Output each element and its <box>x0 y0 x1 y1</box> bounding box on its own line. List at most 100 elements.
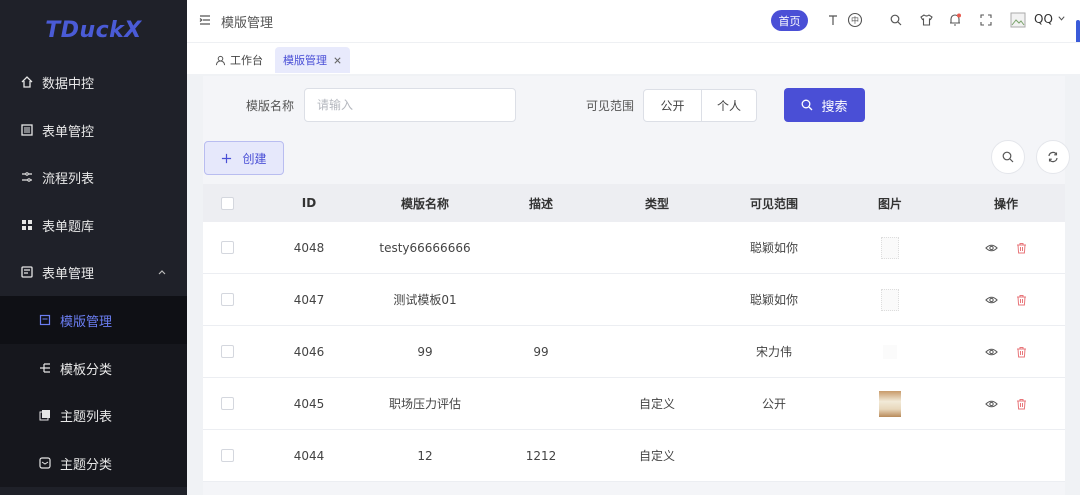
row-scope <box>724 430 824 481</box>
language-icon[interactable]: 中 <box>847 12 863 28</box>
trash-icon[interactable] <box>1016 398 1027 410</box>
row-checkbox[interactable] <box>220 449 234 462</box>
table-row: 4047 测试模板01 聪颖如你 <box>203 274 1065 326</box>
sidebar-item-theme-category[interactable]: 主题分类 <box>0 439 187 487</box>
tab-template-manage[interactable]: 模版管理 <box>275 47 350 73</box>
row-name: 职场压力评估 <box>388 397 461 411</box>
flow-icon <box>20 170 34 184</box>
eye-icon[interactable] <box>985 295 998 305</box>
eye-icon[interactable] <box>985 243 998 253</box>
row-desc <box>491 274 591 325</box>
theme-list-icon <box>38 408 52 422</box>
sidebar-item-label: 模板分类 <box>60 362 113 378</box>
search-icon <box>1002 151 1014 163</box>
sidebar-item-label: 表单管控 <box>42 124 95 140</box>
refresh-icon <box>1047 151 1059 163</box>
row-type <box>607 222 707 273</box>
scope-personal-button[interactable]: 个人 <box>701 89 757 122</box>
user-icon <box>215 55 226 66</box>
row-scope: 聪颖如你 <box>749 293 798 307</box>
theme-shirt-icon[interactable] <box>918 12 934 28</box>
column-header-id: ID <box>301 196 317 210</box>
app-logo: TDuckX <box>45 17 142 43</box>
eye-icon[interactable] <box>985 399 998 409</box>
row-desc: 99 <box>533 344 549 359</box>
sidebar-item-form-manage[interactable]: 表单管理 <box>0 248 187 296</box>
fullscreen-icon[interactable] <box>978 12 994 28</box>
template-thumbnail[interactable] <box>883 344 897 359</box>
template-name-label: 模版名称 <box>246 99 295 113</box>
user-name[interactable]: QQ <box>1034 12 1066 26</box>
row-type: 自定义 <box>638 449 675 463</box>
plus-icon <box>221 153 232 164</box>
chevron-up-icon <box>157 266 167 281</box>
row-id: 4047 <box>293 292 325 307</box>
close-icon[interactable] <box>333 56 342 65</box>
row-name: 12 <box>417 448 433 463</box>
template-thumbnail[interactable] <box>881 236 899 259</box>
row-desc: 1212 <box>525 448 557 463</box>
scope-public-button[interactable]: 公开 <box>643 89 702 122</box>
column-header-scope: 可见范围 <box>749 196 798 211</box>
search-icon <box>801 99 813 111</box>
sidebar-item-label: 主题列表 <box>60 409 113 425</box>
row-desc <box>491 378 591 429</box>
column-header-desc: 描述 <box>528 196 553 211</box>
sidebar-item-label: 表单管理 <box>42 266 95 282</box>
row-checkbox[interactable] <box>220 293 234 306</box>
template-thumbnail[interactable] <box>879 390 901 417</box>
page-title: 模版管理 <box>221 16 274 31</box>
sidebar-item-flow-list[interactable]: 流程列表 <box>0 153 187 201</box>
theme-category-icon <box>38 456 52 470</box>
sidebar-item-label: 表单题库 <box>42 219 95 235</box>
row-scope: 公开 <box>761 397 786 411</box>
row-checkbox[interactable] <box>220 345 234 358</box>
search-icon[interactable] <box>888 12 904 28</box>
sidebar-item-question-bank[interactable]: 表单题库 <box>0 201 187 249</box>
sidebar-item-label: 数据中控 <box>42 76 95 92</box>
create-button[interactable]: 创建 <box>204 141 284 175</box>
template-icon <box>38 313 52 327</box>
table-row: 4046 99 99 宋力伟 <box>203 326 1065 378</box>
select-all-checkbox[interactable] <box>220 196 234 210</box>
column-header-actions: 操作 <box>993 196 1018 211</box>
refresh-button[interactable] <box>1036 140 1070 174</box>
sidebar-item-theme-list[interactable]: 主题列表 <box>0 391 187 439</box>
tab-workbench[interactable]: 工作台 <box>207 47 271 73</box>
trash-icon[interactable] <box>1016 346 1027 358</box>
row-checkbox[interactable] <box>220 241 234 254</box>
row-type <box>607 274 707 325</box>
trash-icon[interactable] <box>1016 294 1027 306</box>
grid-icon <box>20 218 34 232</box>
scope-label: 可见范围 <box>586 99 635 113</box>
sidebar-item-template-manage[interactable]: 模版管理 <box>0 296 187 344</box>
sidebar-item-template-category[interactable]: 模板分类 <box>0 344 187 392</box>
table-row: 4048 testy66666666 聪颖如你 <box>203 222 1065 274</box>
sidebar-item-data-center[interactable]: 数据中控 <box>0 58 187 106</box>
trash-icon[interactable] <box>1016 242 1027 254</box>
row-id: 4048 <box>293 240 325 255</box>
row-id: 4045 <box>293 396 325 411</box>
menu-toggle-icon[interactable] <box>199 14 211 29</box>
home-button[interactable]: 首页 <box>771 10 808 31</box>
form-icon <box>20 123 34 137</box>
font-size-icon[interactable] <box>825 12 841 28</box>
form-manage-icon <box>20 265 34 279</box>
table-search-button[interactable] <box>991 140 1025 174</box>
sidebar-item-label: 流程列表 <box>42 171 95 187</box>
sidebar: TDuckX 数据中控 表单管控 流程列表 表单题库 表单管理 模版管理 模板分… <box>0 0 187 495</box>
row-name: testy66666666 <box>379 240 471 255</box>
row-checkbox[interactable] <box>220 397 234 410</box>
row-name: 99 <box>417 344 433 359</box>
topbar: 模版管理 首页 中 QQ <box>187 0 1080 48</box>
sidebar-item-form-control[interactable]: 表单管控 <box>0 106 187 154</box>
eye-icon[interactable] <box>985 347 998 357</box>
notification-bell-icon[interactable] <box>947 12 963 28</box>
template-thumbnail[interactable] <box>881 288 899 311</box>
template-name-input[interactable] <box>304 88 516 122</box>
sidebar-item-label: 主题分类 <box>60 457 113 473</box>
avatar[interactable] <box>1010 12 1026 28</box>
search-button[interactable]: 搜索 <box>784 88 865 122</box>
svg-text:中: 中 <box>851 15 859 25</box>
category-icon <box>38 361 52 375</box>
